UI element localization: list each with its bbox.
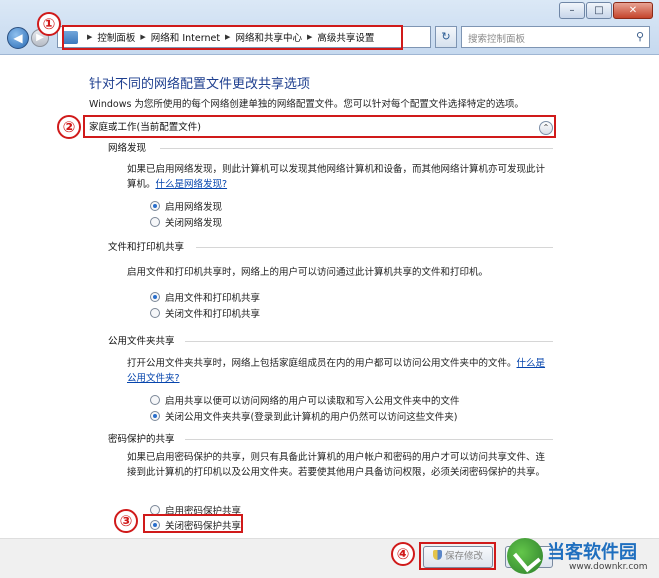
radio-unselected-icon[interactable]	[150, 308, 160, 318]
radio-enable-discovery[interactable]: 启用网络发现	[150, 199, 222, 213]
radio-selected-icon[interactable]	[150, 292, 160, 302]
radio-enable-file-printer[interactable]: 启用文件和打印机共享	[150, 290, 260, 304]
window-controls: – □ ✕	[559, 2, 653, 19]
divider	[185, 439, 553, 440]
checkmark-logo-icon	[507, 538, 543, 574]
radio-disable-discovery[interactable]: 关闭网络发现	[150, 215, 222, 229]
section-desc-file-printer: 启用文件和打印机共享时，网络上的用户可以访问通过此计算机共享的文件和打印机。	[127, 267, 489, 278]
section-title-password: 密码保护的共享	[108, 434, 175, 445]
section-desc-public-folder: 打开公用文件夹共享时，网络上包括家庭组成员在内的用户都可以访问公用文件夹中的文件…	[127, 358, 546, 384]
annotation-box-profile	[83, 115, 556, 138]
page-subtitle: Windows 为您所使用的每个网络创建单独的网络配置文件。您可以针对每个配置文…	[89, 99, 524, 110]
divider	[185, 341, 553, 342]
maximize-button[interactable]: □	[586, 2, 612, 19]
radio-selected-icon[interactable]	[150, 201, 160, 211]
radio-disable-public-folder[interactable]: 关闭公用文件夹共享(登录到此计算机的用户仍然可以访问这些文件夹)	[150, 409, 457, 423]
what-is-network-discovery-link[interactable]: 什么是网络发现?	[156, 179, 228, 190]
close-button[interactable]: ✕	[613, 2, 653, 19]
annotation-callout-2: ②	[57, 115, 81, 139]
refresh-icon[interactable]: ↻	[435, 26, 457, 48]
divider	[196, 247, 553, 248]
section-desc-password: 如果已启用密码保护的共享，则只有具备此计算机的用户帐户和密码的用户才可以访问共享…	[127, 452, 546, 478]
back-arrow-icon[interactable]: ◀	[7, 27, 29, 49]
annotation-box-disable-password	[143, 514, 243, 533]
page-title: 针对不同的网络配置文件更改共享选项	[89, 77, 311, 92]
radio-selected-icon[interactable]	[150, 411, 160, 421]
section-title-file-printer: 文件和打印机共享	[108, 242, 185, 253]
annotation-callout-4: ④	[391, 542, 415, 566]
watermark-name: 当客软件园	[547, 542, 637, 563]
minimize-button[interactable]: –	[559, 2, 585, 19]
radio-enable-public-folder[interactable]: 启用共享以便可以访问网络的用户可以读取和写入公用文件夹中的文件	[150, 393, 460, 407]
site-watermark: 当客软件园 www.downkr.com	[507, 536, 659, 578]
section-desc-discovery: 如果已启用网络发现，则此计算机可以发现其他网络计算机和设备，而其他网络计算机亦可…	[127, 164, 546, 190]
search-input[interactable]: 搜索控制面板 ⚲	[461, 26, 650, 48]
annotation-box-save	[419, 542, 496, 570]
radio-disable-file-printer[interactable]: 关闭文件和打印机共享	[150, 306, 260, 320]
search-placeholder: 搜索控制面板	[468, 34, 526, 45]
annotation-callout-1: ①	[37, 12, 61, 36]
watermark-url: www.downkr.com	[569, 562, 648, 572]
search-icon[interactable]: ⚲	[636, 30, 644, 43]
radio-unselected-icon[interactable]	[150, 217, 160, 227]
annotation-callout-3: ③	[114, 509, 138, 533]
radio-unselected-icon[interactable]	[150, 395, 160, 405]
section-title-discovery: 网络发现	[108, 143, 147, 154]
section-title-public-folder: 公用文件夹共享	[108, 336, 175, 347]
divider	[160, 148, 553, 149]
annotation-box-address	[62, 25, 403, 50]
